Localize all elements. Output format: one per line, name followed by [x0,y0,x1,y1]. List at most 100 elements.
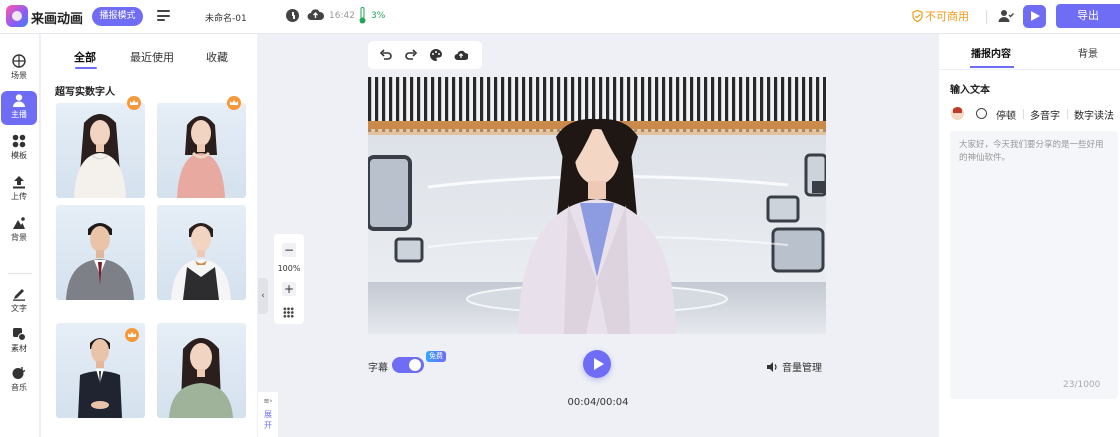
app-title: 来画动画 [31,12,84,27]
tab-all[interactable]: 全部 [74,49,96,65]
material-icon [13,328,26,341]
divider [986,10,987,24]
zoom-control: − 100% + [274,234,304,324]
sidebar-label: 素材 [11,344,27,353]
number-reading-option[interactable]: 数字读法 [1074,107,1114,122]
collapse-panel-button[interactable]: ‹ [258,278,268,314]
play-button[interactable] [583,350,611,378]
character-count: 23/1000 [1063,380,1101,390]
avatar-card[interactable] [56,103,145,198]
avatar-card[interactable] [157,323,246,418]
history-clock-icon[interactable] [286,9,299,22]
active-tab-indicator [970,66,1014,68]
input-text-title: 输入文本 [950,85,990,96]
volume-management-button[interactable]: 音量管理 [767,359,822,374]
left-sidebar: 场景 主播 模板 上传 背景 文字 素材 音乐 [0,34,40,437]
sidebar-label: 文字 [11,304,27,313]
sidebar-label: 上传 [11,192,27,201]
tab-broadcast-content[interactable]: 播报内容 [971,45,1011,60]
thermometer-icon [359,7,366,24]
upload-icon [13,176,25,189]
free-badge: 免费 [426,351,446,362]
sidebar-label: 背景 [11,233,27,242]
expand-label: 展开 [264,410,272,430]
template-icon [12,134,26,148]
divider [1067,109,1068,119]
zoom-out-button[interactable]: − [282,243,296,257]
right-panel: 播报内容 背景 输入文本 停顿 多音字 数字读法 大家好，今天我们要分享的是一些… [939,34,1120,437]
pause-timer-icon [976,108,987,119]
divider [1023,109,1024,119]
canvas-area: ‹ − 100% + ≡› 展开 字幕 免费 音量管理 00:04/00:04 [258,34,938,437]
anchor-icon [13,94,25,107]
sidebar-item-template[interactable]: 模板 [1,132,37,166]
app-logo-icon[interactable] [6,5,28,27]
pause-option[interactable]: 停顿 [996,107,1016,122]
zoom-in-button[interactable]: + [282,282,296,296]
avatar-card[interactable] [56,205,145,300]
tab-background[interactable]: 背景 [1078,45,1098,60]
speaker-icon [767,362,777,372]
canvas-toolbar [368,41,482,69]
background-icon [13,217,25,229]
section-title: 超写实数字人 [55,87,115,98]
cloud-save-icon[interactable] [307,9,324,21]
avatar-portrait-man-suit [66,223,134,300]
export-button[interactable]: 导出 [1056,4,1120,28]
avatar-portrait-woman-white-blouse [74,114,126,198]
avatar-portrait-woman-vest [171,223,231,300]
playback-timecode: 00:04/00:04 [567,397,629,408]
license-label: 不可商用 [925,10,969,23]
script-text-area[interactable]: 大家好，今天我们要分享的是一些好用的神仙软件。 [950,131,1118,399]
license-status[interactable]: 不可商用 [912,8,969,24]
crown-icon [227,96,241,110]
studio-scene-image [368,77,826,334]
user-account-icon[interactable] [998,9,1014,23]
scene-icon [12,54,26,68]
volume-label: 音量管理 [782,363,822,374]
cloud-upload-icon[interactable] [454,48,468,62]
sidebar-item-music[interactable]: 音乐 [1,364,37,398]
video-preview-stage[interactable] [368,77,826,334]
palette-icon[interactable] [429,48,443,62]
sidebar-label: 主播 [11,110,27,119]
tab-recent[interactable]: 最近使用 [130,49,174,65]
grid-icon[interactable] [283,307,294,318]
music-icon [12,367,26,379]
tab-favorites[interactable]: 收藏 [206,49,228,65]
sidebar-item-background[interactable]: 背景 [1,214,37,248]
active-tab-indicator [75,67,97,69]
subtitle-toggle[interactable] [392,357,424,373]
divider [939,69,1120,70]
subtitle-label: 字幕 [368,363,388,374]
preview-play-button[interactable] [1023,5,1046,28]
zoom-level: 100% [277,264,301,273]
storage-percent: 3% [371,11,386,21]
avatar-portrait-woman-green-blouse [169,338,233,418]
script-text: 大家好，今天我们要分享的是一些好用的神仙软件。 [959,140,1104,163]
shield-icon [912,10,923,22]
avatar-card[interactable] [157,103,246,198]
sidebar-divider [8,273,32,274]
avatar-card[interactable] [157,205,246,300]
sidebar-label: 音乐 [11,383,27,392]
document-name[interactable]: 未命名-01 [205,11,247,24]
avatar-panel: 全部 最近使用 收藏 超写实数字人 [41,34,257,437]
expand-panel-button[interactable]: ≡› 展开 [258,392,278,437]
avatar-portrait-woman-pink-top [177,116,225,198]
menu-icon[interactable] [157,10,170,21]
sidebar-item-upload[interactable]: 上传 [1,173,37,207]
redo-icon[interactable] [404,48,418,62]
sidebar-item-scene[interactable]: 场景 [1,52,37,86]
sidebar-label: 场景 [11,71,27,80]
undo-icon[interactable] [379,48,393,62]
sidebar-item-text[interactable]: 文字 [1,285,37,319]
voice-avatar-icon[interactable] [951,107,964,120]
sidebar-item-anchor[interactable]: 主播 [1,91,37,125]
sidebar-label: 模板 [11,151,27,160]
polyphone-option[interactable]: 多音字 [1030,107,1060,122]
last-saved-time: 16:42 [329,11,355,21]
sidebar-item-material[interactable]: 素材 [1,325,37,359]
mode-switch-button[interactable]: 播报模式 [92,7,143,26]
expand-arrow-icon: ≡› [263,397,273,405]
